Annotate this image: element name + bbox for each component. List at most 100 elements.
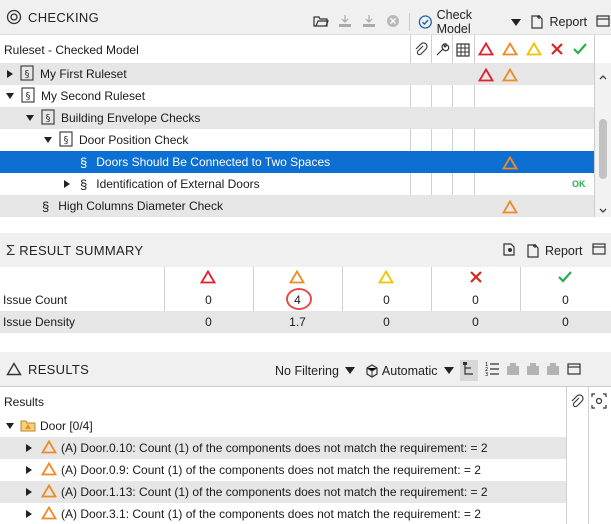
issue-icon-1[interactable] [506,362,520,379]
ruleset-table: Ruleset - Checked Model § My First Rules… [0,34,611,217]
export-icon[interactable] [337,13,353,32]
filter-dropdown[interactable]: No Filtering [275,364,355,378]
camera-icon[interactable] [591,393,607,412]
issue-icon-3[interactable] [546,362,560,379]
summary-settings-icon[interactable] [501,241,517,260]
accepted-icon[interactable] [572,42,588,59]
tree-row-door-position[interactable]: § Door Position Check [0,129,594,151]
summary-cell: 4 [294,293,301,307]
tree-row-building-envelope[interactable]: § Building Envelope Checks [0,107,594,129]
attachment-icon[interactable] [570,394,584,413]
major-indicator-icon [501,199,519,217]
summary-cell: 0 [383,293,390,307]
major-severity-icon[interactable] [501,41,519,59]
minor-column-icon [377,269,395,287]
result-row[interactable]: (A) Door.0.9: Count (1) of the component… [0,459,566,481]
summary-cell: 0 [562,315,569,329]
group-label: Door [0/4] [40,419,93,433]
scroll-thumb[interactable] [599,119,607,179]
result-label: (A) Door.1.13: Count (1) of the componen… [61,485,488,499]
results-group-door[interactable]: Door [0/4] [0,415,566,437]
collapse-icon[interactable] [6,423,14,429]
expand-icon[interactable] [26,488,32,496]
major-issue-icon [40,439,58,457]
check-model-icon [418,15,432,29]
door-group-icon [20,418,36,435]
maximize-icon[interactable] [595,13,611,32]
tree-row-my-second-ruleset[interactable]: § My Second Ruleset [0,85,594,107]
check-model-button[interactable]: Check Model [418,8,504,36]
ruleset-column-header: Ruleset - Checked Model [4,43,139,57]
results-maximize-icon[interactable] [566,361,582,380]
critical-column-icon [199,269,217,287]
summary-cell: 0 [562,293,569,307]
check-model-label: Check Model [436,8,473,36]
svg-text:§: § [46,113,51,124]
summary-cell: 0 [205,315,212,329]
critical-indicator-icon [477,67,495,85]
rejected-icon[interactable] [550,42,564,59]
minor-severity-icon[interactable] [525,41,543,59]
expand-icon[interactable] [26,510,32,518]
ruleset-icon: § [20,64,34,84]
tree-view-icon[interactable] [459,360,478,381]
critical-severity-icon[interactable] [477,41,495,59]
expand-icon[interactable] [64,180,70,188]
list-view-icon[interactable]: 123 [484,361,500,380]
table-icon[interactable] [455,42,471,61]
ruleset-scrollbar[interactable] [595,63,611,217]
issue-icon-2[interactable] [526,362,540,379]
major-column-icon [288,269,306,287]
major-indicator-icon [501,67,519,85]
wrench-icon[interactable] [434,42,450,61]
summary-cell: 1.7 [289,315,306,329]
results-column-header: Results [4,395,45,409]
mode-label: Automatic [381,363,438,378]
collapse-icon[interactable] [44,137,52,143]
checking-icon [6,9,22,25]
tree-label: My Second Ruleset [41,89,146,103]
results-table: Results Door [0/4] (A) Door.0.10: Count … [0,386,611,524]
result-row[interactable]: (A) Door.0.10: Count (1) of the componen… [0,437,566,459]
tree-label: My First Ruleset [40,67,127,81]
summary-title: RESULT SUMMARY [19,242,144,258]
tree-label: Door Position Check [79,133,189,147]
rule-icon: § [42,198,50,214]
stop-icon[interactable] [385,13,401,32]
tree-label: Doors Should Be Connected to Two Spaces [96,155,331,169]
summary-report-button[interactable]: Report [525,243,583,259]
summary-row-label: Issue Count [3,293,68,307]
summary-table: Issue Count 0 4 0 0 0 Issue Density 0 1.… [0,267,611,333]
check-model-dropdown-icon[interactable] [511,18,522,26]
major-issue-icon [40,483,58,501]
expand-icon[interactable] [26,466,32,474]
svg-text:§: § [64,135,69,146]
mode-dropdown[interactable]: Automatic [365,364,454,378]
summary-cell: 0 [472,293,479,307]
rule-icon: § [80,176,88,192]
tree-label: Building Envelope Checks [61,111,201,125]
collapse-icon[interactable] [6,93,14,99]
ruleset-icon: § [21,86,35,106]
tree-row-identification[interactable]: § Identification of External Doors [0,173,594,195]
report-button[interactable]: Report [529,14,587,30]
summary-cell: 0 [383,315,390,329]
summary-row-label: Issue Density [3,315,76,329]
scroll-up-icon[interactable] [599,69,607,83]
summary-cell: 0 [472,315,479,329]
svg-text:3: 3 [485,372,488,377]
download-icon[interactable] [361,13,377,32]
collapse-icon[interactable] [26,115,34,121]
sigma-icon: Σ [6,241,16,259]
result-row[interactable]: (A) Door.1.13: Count (1) of the componen… [0,481,566,503]
summary-maximize-icon[interactable] [591,241,607,260]
open-folder-icon[interactable] [313,13,329,32]
result-row[interactable]: (A) Door.3.1: Count (1) of the component… [0,503,566,524]
result-label: (A) Door.0.9: Count (1) of the component… [61,463,481,477]
scroll-down-icon[interactable] [599,203,607,217]
expand-icon[interactable] [7,70,13,78]
result-label: (A) Door.3.1: Count (1) of the component… [61,507,481,521]
expand-icon[interactable] [26,444,32,452]
ok-badge: OK [572,179,586,189]
attachment-icon[interactable] [414,42,428,61]
